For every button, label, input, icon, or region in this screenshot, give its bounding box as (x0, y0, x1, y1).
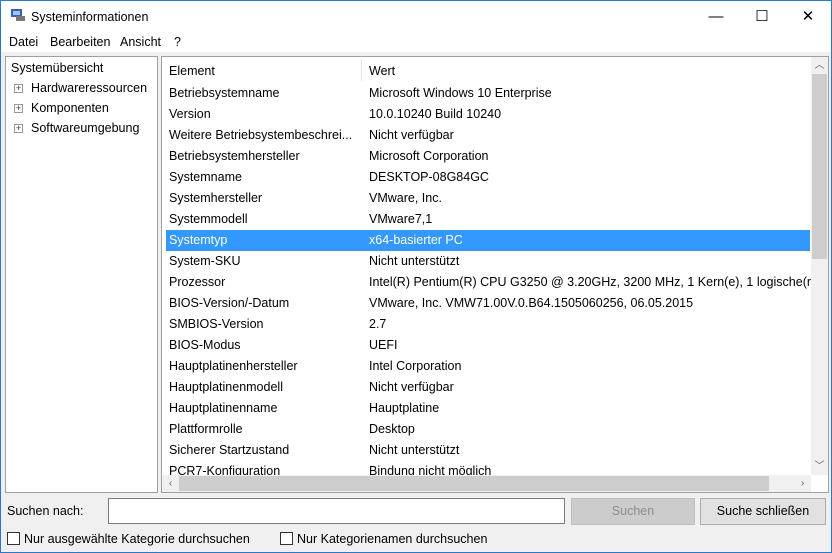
table-row[interactable]: Sicherer Startzustand Nicht unterstützt (166, 440, 810, 461)
value-cell: Hauptplatine (369, 401, 440, 415)
checkbox-category-names[interactable] (280, 532, 293, 545)
element-cell: BIOS-Modus (169, 338, 241, 352)
scroll-up-icon[interactable]: ︿ (811, 57, 828, 74)
value-cell: Microsoft Windows 10 Enterprise (369, 86, 552, 100)
search-button[interactable]: Suchen (571, 498, 695, 525)
element-cell: Systemtyp (169, 233, 228, 247)
checkbox-selected-category[interactable] (7, 532, 20, 545)
table-row[interactable]: Systemtyp x64-basierter PC (166, 230, 810, 251)
element-cell: BIOS-Version/-Datum (169, 296, 290, 310)
value-cell: 10.0.10240 Build 10240 (369, 107, 502, 121)
table-row[interactable]: BIOS-Modus UEFI (166, 335, 810, 356)
menu-datei[interactable]: Datei (9, 35, 38, 49)
maximize-button[interactable]: ☐ (739, 1, 785, 32)
value-cell: Nicht unterstützt (369, 254, 460, 268)
element-cell: Version (169, 107, 211, 121)
value-cell: VMware7,1 (369, 212, 433, 226)
search-label: Suchen nach: (7, 504, 84, 518)
checkbox-selected-category-label[interactable]: Nur ausgewählte Kategorie durchsuchen (24, 532, 250, 546)
checkbox-category-names-label[interactable]: Nur Kategorienamen durchsuchen (297, 532, 487, 546)
value-cell: 2.7 (369, 317, 387, 331)
column-header-element[interactable]: Element (169, 64, 215, 78)
table-row[interactable]: Systemmodell VMware7,1 (166, 209, 810, 230)
expand-icon[interactable]: + (14, 84, 23, 93)
menu-bearbeiten[interactable]: Bearbeiten (50, 35, 110, 49)
value-cell: Microsoft Corporation (369, 149, 489, 163)
table-row[interactable]: Systemhersteller VMware, Inc. (166, 188, 810, 209)
table-row[interactable]: Prozessor Intel(R) Pentium(R) CPU G3250 @… (166, 272, 812, 293)
element-cell: Sicherer Startzustand (169, 443, 290, 457)
horizontal-scrollbar[interactable]: ‹ › (162, 475, 811, 492)
value-cell: x64-basierter PC (369, 233, 463, 247)
close-button[interactable]: ✕ (785, 1, 831, 32)
element-cell: Hauptplatinenhersteller (169, 359, 298, 373)
element-cell: Betriebsystemhersteller (169, 149, 300, 163)
element-cell: Hauptplatinenname (169, 401, 278, 415)
expand-icon[interactable]: + (14, 104, 23, 113)
table-row[interactable]: SMBIOS-Version 2.7 (166, 314, 810, 335)
table-row[interactable]: Hauptplatinenhersteller Intel Corporation (166, 356, 810, 377)
element-cell: Weitere Betriebsystembeschrei... (169, 128, 353, 142)
menu-ansicht[interactable]: Ansicht (120, 35, 161, 49)
value-cell: UEFI (369, 338, 398, 352)
element-cell: Systemmodell (169, 212, 248, 226)
value-cell: VMware, Inc. (369, 191, 442, 205)
column-header-wert[interactable]: Wert (369, 64, 395, 78)
element-cell: Betriebsystemname (169, 86, 280, 100)
value-cell: Nicht verfügbar (369, 380, 454, 394)
title-bar: Systeminformationen — ☐ ✕ (1, 1, 831, 32)
table-row[interactable]: Plattformrolle Desktop (166, 419, 810, 440)
table-row[interactable]: Hauptplatinenname Hauptplatine (166, 398, 810, 419)
vertical-scrollbar[interactable]: ︿ ﹀ (811, 57, 828, 475)
value-cell: Intel(R) Pentium(R) CPU G3250 @ 3.20GHz,… (369, 275, 812, 289)
table-row[interactable]: Betriebsystemhersteller Microsoft Corpora… (166, 146, 810, 167)
scroll-left-icon[interactable]: ‹ (162, 475, 179, 492)
table-row[interactable]: Systemname DESKTOP-08G84GC (166, 167, 810, 188)
expand-icon[interactable]: + (14, 124, 23, 133)
column-divider[interactable] (361, 59, 362, 81)
tree-item-softwareumgebung[interactable]: Softwareumgebung (31, 121, 139, 135)
element-cell: Hauptplatinenmodell (169, 380, 283, 394)
table-row[interactable]: System-SKU Nicht unterstützt (166, 251, 810, 272)
element-cell: Systemhersteller (169, 191, 263, 205)
close-search-button[interactable]: Suche schließen (700, 498, 826, 525)
tree-item-komponenten[interactable]: Komponenten (31, 101, 109, 115)
search-input[interactable] (108, 498, 565, 524)
value-cell: DESKTOP-08G84GC (369, 170, 489, 184)
list-header: Element Wert (162, 57, 812, 83)
value-cell: Nicht unterstützt (369, 443, 460, 457)
table-row[interactable]: Hauptplatinenmodell Nicht verfügbar (166, 377, 810, 398)
vertical-scroll-thumb[interactable] (812, 74, 827, 259)
scroll-right-icon[interactable]: › (794, 475, 811, 492)
table-row[interactable]: Version 10.0.10240 Build 10240 (166, 104, 810, 125)
category-tree: Systemübersicht + Hardwareressourcen + K… (5, 56, 158, 493)
window-title: Systeminformationen (31, 10, 149, 24)
element-cell: Systemname (169, 170, 242, 184)
element-cell: Prozessor (169, 275, 226, 289)
element-cell: System-SKU (169, 254, 241, 268)
element-cell: Plattformrolle (169, 422, 243, 436)
value-cell: Desktop (369, 422, 415, 436)
value-cell: Nicht verfügbar (369, 128, 454, 142)
system-info-icon (11, 9, 25, 21)
scroll-down-icon[interactable]: ﹀ (811, 458, 828, 475)
table-row[interactable]: BIOS-Version/-Datum VMware, Inc. VMW71.00… (166, 293, 810, 314)
value-cell: VMware, Inc. VMW71.00V.0.B64.1505060256,… (369, 296, 694, 310)
minimize-button[interactable]: — (693, 1, 739, 32)
tree-item-hardwareressourcen[interactable]: Hardwareressourcen (31, 81, 147, 95)
element-cell: SMBIOS-Version (169, 317, 264, 331)
table-row[interactable]: Betriebsystemname Microsoft Windows 10 En… (166, 83, 810, 104)
horizontal-scroll-thumb[interactable] (179, 476, 769, 491)
details-list: Element Wert Betriebsystemname Microsoft … (161, 56, 829, 493)
table-row[interactable]: Weitere Betriebsystembeschrei... Nicht ve… (166, 125, 810, 146)
menu-bar: Datei Bearbeiten Ansicht ? (1, 32, 831, 52)
tree-item-systemuebersicht[interactable]: Systemübersicht (11, 61, 103, 75)
menu-help[interactable]: ? (174, 35, 181, 49)
value-cell: Intel Corporation (369, 359, 462, 373)
